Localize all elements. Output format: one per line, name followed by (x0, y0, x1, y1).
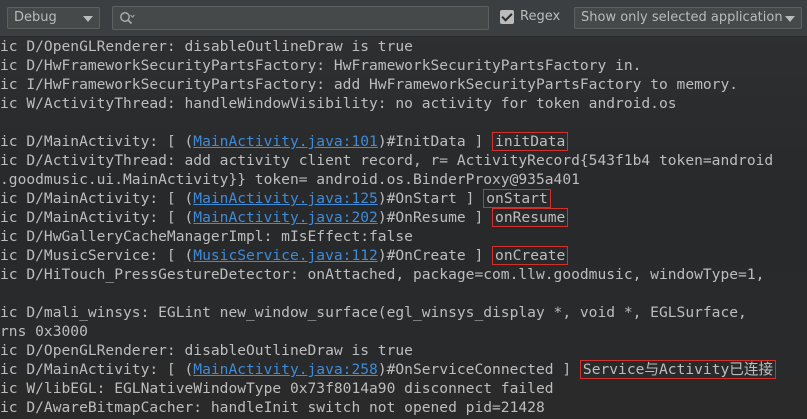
log-text: ic I/HwFrameworkSecurityPartsFactory: ad… (0, 76, 739, 93)
search-icon (120, 12, 135, 25)
log-text: ic D/HiTouch_PressGestureDetector: onAtt… (0, 266, 765, 283)
log-line: ic I/HwFrameworkSecurityPartsFactory: ad… (0, 75, 776, 94)
log-level-value: Debug (14, 10, 57, 25)
source-link[interactable]: MainActivity.java:125 (193, 190, 378, 207)
log-text: ic D/ActivityThread: add activity client… (0, 152, 774, 169)
log-line: ic D/HiTouch_PressGestureDetector: onAtt… (0, 265, 776, 284)
highlighted-message: Service与Activity已连接 (579, 360, 777, 379)
highlighted-message: initData (492, 132, 569, 151)
highlighted-message: onCreate (492, 246, 569, 265)
log-text: ic D/mali_winsys: EGLint new_window_surf… (0, 304, 747, 321)
log-text: .goodmusic.ui.MainActivity}} token= andr… (0, 171, 580, 188)
source-link[interactable]: MusicService.java:112 (193, 247, 378, 264)
log-line: ic D/MainActivity: [ (MainActivity.java:… (0, 189, 776, 208)
chevron-down-icon (83, 16, 93, 22)
source-link[interactable]: MainActivity.java:101 (193, 133, 378, 150)
logcat-toolbar: Debug Regex Show only selected applicati… (0, 0, 807, 37)
log-text: ic D/OpenGLRenderer: disableOutlineDraw … (0, 342, 413, 359)
search-input[interactable] (139, 8, 479, 28)
log-line: .goodmusic.ui.MainActivity}} token= andr… (0, 170, 776, 189)
logcat-output[interactable]: ic D/OpenGLRenderer: disableOutlineDraw … (0, 37, 807, 419)
log-text: )#InitData ] (377, 133, 493, 150)
log-text: ic D/AwareBitmapCacher: handleInit switc… (0, 399, 545, 416)
log-line: ic D/HwFrameworkSecurityPartsFactory: Hw… (0, 56, 776, 75)
log-text: ic D/OpenGLRenderer: disableOutlineDraw … (0, 38, 413, 55)
log-text: ic D/MainActivity: [ ( (0, 361, 194, 378)
search-field[interactable] (112, 6, 489, 30)
highlighted-message: onStart (483, 189, 551, 208)
log-text: ic W/libEGL: EGLNativeWindowType 0x73f80… (0, 380, 554, 397)
source-link[interactable]: MainActivity.java:202 (193, 209, 378, 226)
app-filter-value: Show only selected application (581, 10, 783, 25)
log-line: rns 0x3000 (0, 322, 776, 341)
log-level-dropdown[interactable]: Debug (7, 7, 100, 29)
log-line: ic D/AwareBitmapCacher: handleInit switc… (0, 398, 776, 417)
log-text: ic D/HwFrameworkSecurityPartsFactory: Hw… (0, 57, 642, 74)
log-line: ic D/OpenGLRenderer: disableOutlineDraw … (0, 37, 776, 56)
log-line: ic D/MusicService: [ (MusicService.java:… (0, 246, 776, 265)
log-text: )#OnCreate ] (377, 247, 493, 264)
log-lines: ic D/OpenGLRenderer: disableOutlineDraw … (0, 37, 777, 417)
log-text: ic D/MusicService: [ ( (0, 247, 194, 264)
log-line: ic D/HwGalleryCacheManagerImpl: mIsEffec… (0, 227, 776, 246)
chevron-down-icon (785, 16, 795, 22)
regex-label: Regex (520, 9, 561, 24)
log-text: ic D/MainActivity: [ ( (0, 190, 194, 207)
log-line: ic D/MainActivity: [ (MainActivity.java:… (0, 132, 776, 151)
log-text: ic D/MainActivity: [ ( (0, 209, 194, 226)
log-line: ic D/ActivityThread: add activity client… (0, 151, 776, 170)
log-line: ic D/OpenGLRenderer: disableOutlineDraw … (0, 341, 776, 360)
log-text: )#OnServiceConnected ] (377, 361, 580, 378)
log-text: )#OnStart ] (377, 190, 484, 207)
regex-checkbox[interactable] (500, 10, 514, 24)
log-line: ic W/libEGL: EGLNativeWindowType 0x73f80… (0, 379, 776, 398)
log-text: ic W/ActivityThread: handleWindowVisibil… (0, 95, 677, 112)
log-line: ic W/ActivityThread: handleWindowVisibil… (0, 94, 776, 113)
source-link[interactable]: MainActivity.java:258 (193, 361, 378, 378)
log-line: ic D/mali_winsys: EGLint new_window_surf… (0, 303, 776, 322)
log-text: rns 0x3000 (0, 323, 88, 340)
log-text: ic D/MainActivity: [ ( (0, 133, 194, 150)
log-line: ic D/MainActivity: [ (MainActivity.java:… (0, 360, 777, 379)
log-line: ic D/MainActivity: [ (MainActivity.java:… (0, 208, 776, 227)
highlighted-message: onResume (492, 208, 569, 227)
log-text: )#OnResume ] (377, 209, 493, 226)
app-filter-dropdown[interactable]: Show only selected application (574, 7, 802, 29)
log-text: ic D/HwGalleryCacheManagerImpl: mIsEffec… (0, 228, 413, 245)
